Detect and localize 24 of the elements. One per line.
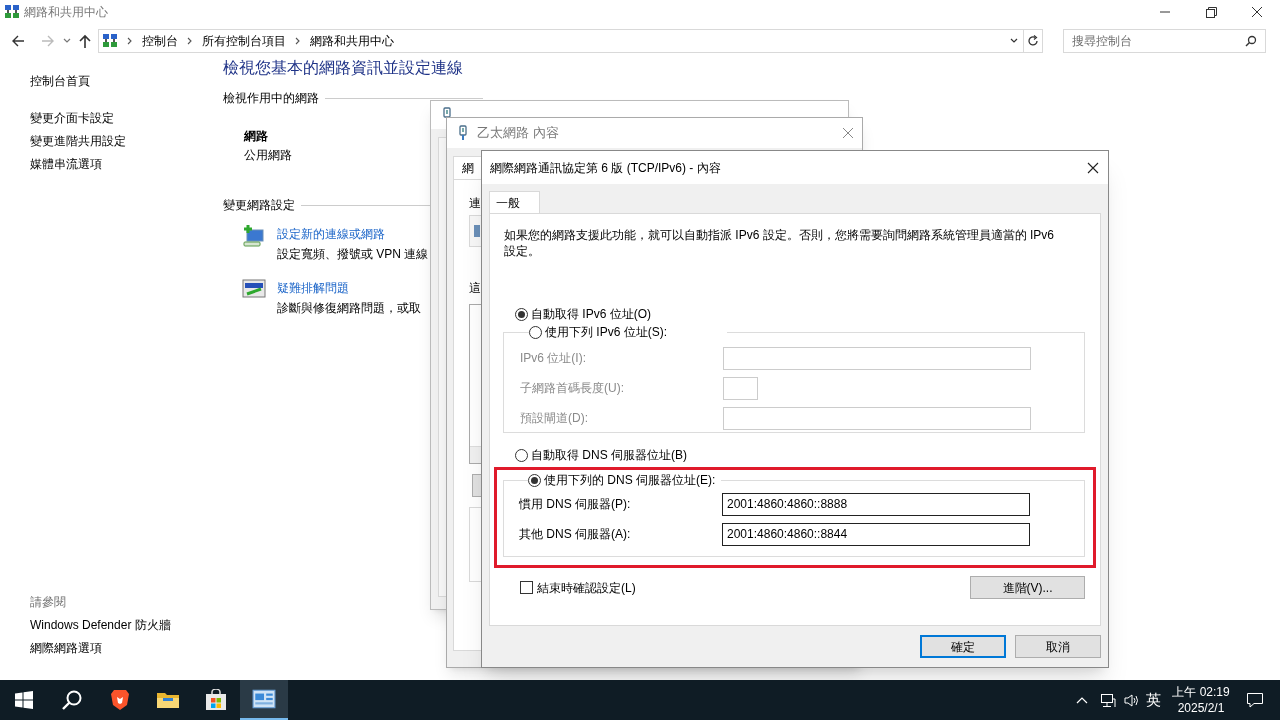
section-heading: 變更網路設定 (223, 197, 295, 214)
field-label: 慣用 DNS 伺服器(P): (519, 496, 632, 513)
section-heading: 檢視作用中的網路 (223, 90, 319, 107)
window-title: 網路和共用中心 (24, 4, 108, 21)
checkbox-label: 結束時確認設定(L) (537, 579, 636, 597)
description-text: 如果您的網路支援此功能，就可以自動指派 IPv6 設定。否則，您將需要詢問網路系統管理員適當的 IPv6 設定。 (504, 227, 1056, 259)
field-label: 子網路首碼長度(U): (520, 380, 625, 397)
radio-label: 使用下列的 DNS 伺服器位址(E): (544, 472, 716, 489)
field-label: 預設閘道(D): (520, 410, 589, 427)
task-description: 診斷與修復網路問題，或取 (277, 300, 421, 317)
section-label: 請參閱 (30, 594, 67, 611)
network-type: 公用網路 (244, 147, 292, 164)
field-label: 這 (469, 280, 481, 296)
field-label: 連 (469, 195, 481, 211)
dialog-title: 乙太網路 內容 (477, 124, 559, 143)
radio-label: 自動取得 IPv6 位址(O) (531, 306, 651, 323)
radio-label: 自動取得 DNS 伺服器位址(B) (531, 447, 687, 464)
field-label: IPv6 位址(I): (520, 350, 587, 367)
page-heading: 檢視您基本的網路資訊並設定連線 (223, 58, 464, 78)
task-description: 設定寬頻、撥號或 VPN 連線 (277, 246, 429, 263)
dialog-title: 網際網路通訊協定第 6 版 (TCP/IPv6) - 內容 (490, 159, 721, 177)
field-label: 其他 DNS 伺服器(A): (519, 526, 632, 543)
network-name: 網路 (244, 128, 268, 145)
radio-label: 使用下列 IPv6 位址(S): (545, 324, 667, 341)
